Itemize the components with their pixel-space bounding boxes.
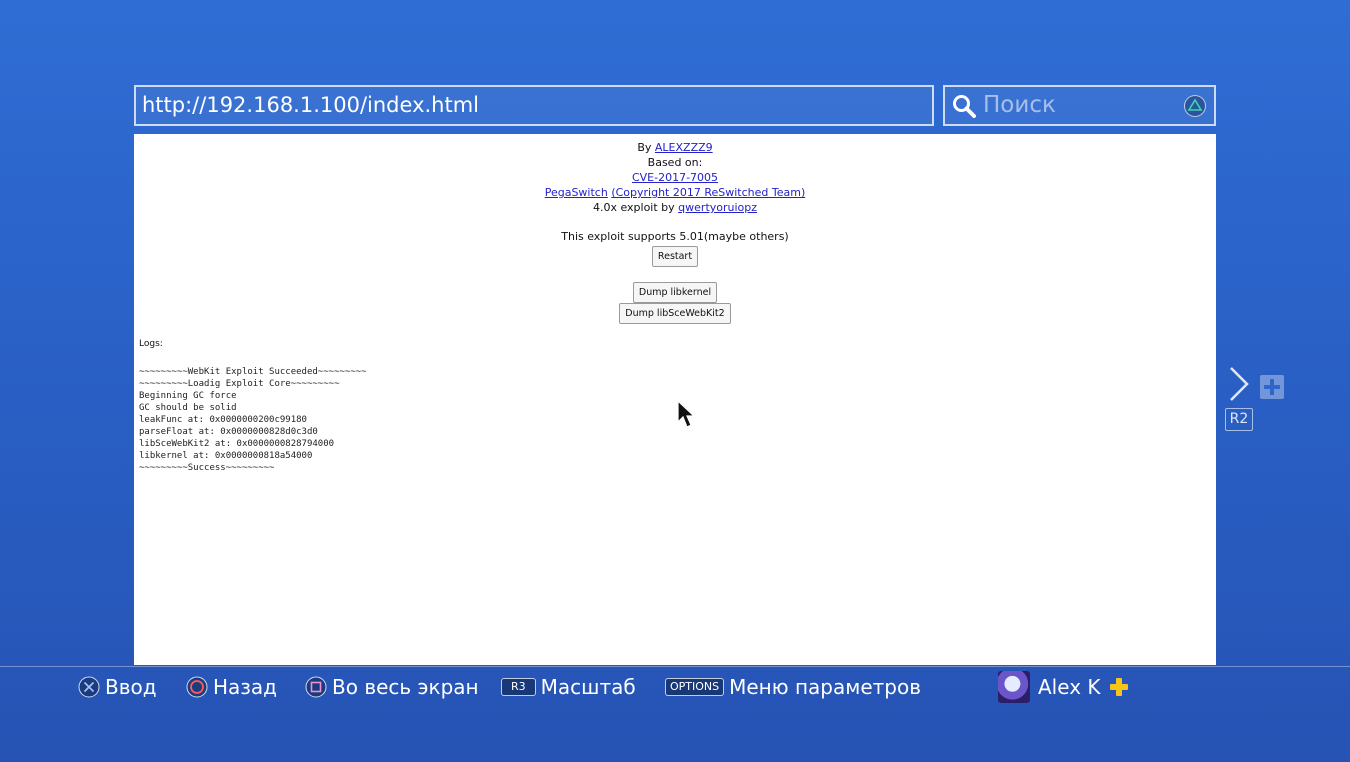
back-label: Назад <box>213 675 278 699</box>
search-icon <box>953 95 976 118</box>
exploit-by-label: 4.0x exploit by <box>592 201 675 214</box>
url-text: http://192.168.1.100/index.html <box>142 93 480 117</box>
cross-button-icon <box>78 676 100 698</box>
pegaswitch-link[interactable]: PegaSwitch <box>545 186 608 199</box>
zoom-label: Масштаб <box>540 675 636 699</box>
copyright-link[interactable]: (Copyright 2017 ReSwitched Team) <box>611 186 805 199</box>
exploit-author-link[interactable]: qwertyoruiopz <box>678 201 757 214</box>
fullscreen-hint[interactable]: Во весь экран <box>305 673 479 701</box>
log-line: leakFunc at: 0x0000000200c99180 <box>139 415 307 425</box>
user-name: Alex K <box>1038 675 1101 699</box>
log-line: ~~~~~~~~~WebKit Exploit Succeeded~~~~~~~… <box>139 367 367 377</box>
support-text: This exploit supports 5.01(maybe others) <box>561 230 789 243</box>
search-field[interactable]: Поиск <box>943 85 1216 126</box>
cve-link[interactable]: CVE-2017-7005 <box>632 171 718 184</box>
avatar <box>998 671 1030 703</box>
logs-label: Logs: <box>139 339 163 349</box>
pointer-cursor-icon <box>677 400 696 428</box>
author-link[interactable]: ALEXZZZ9 <box>655 141 713 154</box>
dump-libscewebkit2-button[interactable]: Dump libSceWebKit2 <box>619 303 731 324</box>
log-line: GC should be solid <box>139 403 237 413</box>
add-tab-plus-icon[interactable] <box>1260 375 1284 399</box>
triangle-button-icon[interactable] <box>1184 95 1206 117</box>
dump-libkernel-button[interactable]: Dump libkernel <box>632 282 718 303</box>
options-button-badge: OPTIONS <box>665 678 725 696</box>
r2-button-badge: R2 <box>1225 408 1253 431</box>
based-on-label: Based on: <box>647 156 703 169</box>
ps-plus-icon <box>1109 678 1128 696</box>
user-profile: Alex K <box>998 670 1129 704</box>
credits: By ALEXZZZ9 Based on: CVE-2017-7005 Pega… <box>134 140 1216 215</box>
options-menu-label: Меню параметров <box>729 675 921 699</box>
log-line: libSceWebKit2 at: 0x0000000828794000 <box>139 439 335 449</box>
log-line: ~~~~~~~~~Loadig Exploit Core~~~~~~~~~ <box>139 379 340 389</box>
search-placeholder: Поиск <box>983 92 1056 118</box>
divider <box>0 666 1350 667</box>
by-label: By <box>637 141 652 154</box>
enter-hint[interactable]: Ввод <box>78 673 157 701</box>
log-line: libkernel at: 0x0000000818a54000 <box>139 451 313 461</box>
next-tab-chevron-icon[interactable] <box>1228 366 1250 402</box>
log-line: Beginning GC force <box>139 391 237 401</box>
circle-button-icon <box>186 676 208 698</box>
square-button-icon <box>305 676 327 698</box>
zoom-hint[interactable]: R3 Масштаб <box>501 673 636 701</box>
back-hint[interactable]: Назад <box>186 673 277 701</box>
options-hint[interactable]: OPTIONS Меню параметров <box>665 673 921 701</box>
address-bar[interactable]: http://192.168.1.100/index.html <box>134 85 934 126</box>
restart-button[interactable]: Restart <box>651 246 699 267</box>
log-line: parseFloat at: 0x0000000828d0c3d0 <box>139 427 318 437</box>
enter-label: Ввод <box>105 675 157 699</box>
web-page[interactable]: By ALEXZZZ9 Based on: CVE-2017-7005 Pega… <box>134 134 1216 665</box>
fullscreen-label: Во весь экран <box>332 675 479 699</box>
r3-button-badge: R3 <box>501 678 536 696</box>
log-line: ~~~~~~~~~Success~~~~~~~~~ <box>139 463 275 473</box>
log-output: ~~~~~~~~~WebKit Exploit Succeeded~~~~~~~… <box>139 366 367 474</box>
